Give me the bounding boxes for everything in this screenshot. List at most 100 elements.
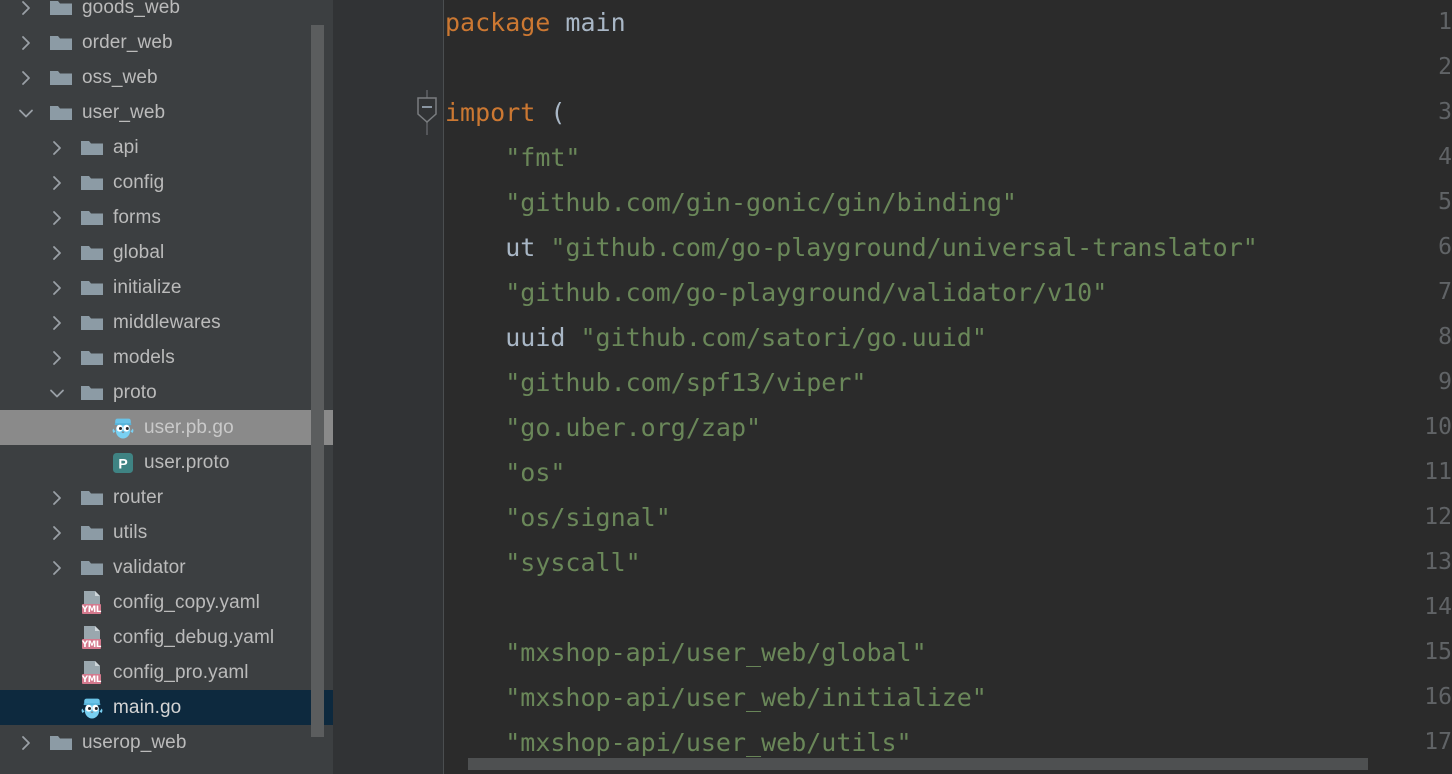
tree-item-global[interactable]: global [0,235,333,270]
tree-item-config[interactable]: config [0,165,333,200]
code-token: "mxshop-api/user_web/utils" [505,728,912,757]
line-number-gutter [333,0,410,774]
code-line[interactable]: ut "github.com/go-playground/universal-t… [445,225,1452,270]
chevron-right-icon[interactable] [16,733,36,753]
code-line[interactable] [445,585,1452,630]
folder-icon [79,310,105,336]
code-token: ( [550,98,566,127]
chevron-right-icon[interactable] [47,278,67,298]
code-line[interactable]: "os/signal" [445,495,1452,540]
tree-item-proto[interactable]: proto [0,375,333,410]
chevron-right-icon[interactable] [16,0,36,18]
project-file-tree[interactable]: goods_web order_web oss_web user_web api conf… [0,0,333,760]
tree-item-order-web[interactable]: order_web [0,25,333,60]
tree-item-goods-web[interactable]: goods_web [0,0,333,25]
tree-item-config-debug-yaml[interactable]: YML config_debug.yaml [0,620,333,655]
code-line[interactable]: "github.com/gin-gonic/gin/binding" [445,180,1452,225]
chevron-right-icon[interactable] [16,68,36,88]
tree-gap [67,532,79,533]
tree-item-middlewares[interactable]: middlewares [0,305,333,340]
tree-item-label: user.pb.go [144,417,234,438]
code-token: ut [505,233,536,262]
tree-gap [67,357,79,358]
chevron-right-icon[interactable] [47,348,67,368]
svg-text:YML: YML [81,640,102,650]
tree-item-utils[interactable]: utils [0,515,333,550]
tree-item-label: proto [113,382,157,403]
code-line[interactable]: "go.uber.org/zap" [445,405,1452,450]
tree-item-config-pro-yaml[interactable]: YML config_pro.yaml [0,655,333,690]
code-editor[interactable]: 1 2 3 4 5 6 7 8 9 10 11 12 13 14 15 16 17 package main im… [333,0,1452,774]
editor-horizontal-scrollbar[interactable] [468,758,1368,770]
tree-gap [67,287,79,288]
tree-item-initialize[interactable]: initialize [0,270,333,305]
chevron-right-icon[interactable] [16,33,36,53]
code-line[interactable]: "github.com/go-playground/validator/v10" [445,270,1452,315]
svg-text:YML: YML [81,675,102,685]
code-line[interactable]: package main [445,0,1452,45]
tree-item-user-pb-go[interactable]: user.pb.go [0,410,333,445]
code-line[interactable]: "github.com/spf13/viper" [445,360,1452,405]
tree-item-router[interactable]: router [0,480,333,515]
code-line[interactable]: uuid "github.com/satori/go.uuid" [445,315,1452,360]
code-token: package [445,8,551,37]
code-line[interactable]: "mxshop-api/user_web/global" [445,630,1452,675]
folder-icon [48,0,74,21]
chevron-right-icon[interactable] [47,523,67,543]
tree-item-label: oss_web [82,67,158,88]
chevron-right-icon[interactable] [47,488,67,508]
go-file-icon [110,415,136,441]
chevron-right-icon[interactable] [47,313,67,333]
code-token: main [565,8,626,37]
fold-collapse-icon[interactable] [415,90,439,140]
chevron-down-icon[interactable] [16,103,36,123]
code-line[interactable]: import ( [445,90,1452,135]
tree-item-models[interactable]: models [0,340,333,375]
tree-item-user-proto[interactable]: Puser.proto [0,445,333,480]
folder-icon [48,65,74,91]
tree-gap [67,567,79,568]
tree-item-api[interactable]: api [0,130,333,165]
code-line[interactable]: "syscall" [445,540,1452,585]
tree-item-user-web[interactable]: user_web [0,95,333,130]
tree-gap [67,147,79,148]
tree-item-config-copy-yaml[interactable]: YML config_copy.yaml [0,585,333,620]
tree-item-label: validator [113,557,186,578]
tree-item-oss-web[interactable]: oss_web [0,60,333,95]
code-line[interactable] [445,45,1452,90]
tree-gap [98,427,110,428]
tree-gap [67,497,79,498]
code-line[interactable]: "fmt" [445,135,1452,180]
chevron-right-icon[interactable] [47,243,67,263]
tree-gap [67,602,79,603]
chevron-right-icon[interactable] [47,208,67,228]
folder-icon [48,30,74,56]
code-line[interactable]: "os" [445,450,1452,495]
project-tree-panel[interactable]: goods_web order_web oss_web user_web api conf… [0,0,333,774]
tree-item-userop-web[interactable]: userop_web [0,725,333,760]
code-line[interactable]: "mxshop-api/user_web/initialize" [445,675,1452,720]
chevron-right-icon[interactable] [47,138,67,158]
tree-item-main-go[interactable]: main.go [0,690,333,725]
chevron-right-icon[interactable] [47,173,67,193]
code-content[interactable]: package main import ( "fmt" "github.com/g… [445,0,1452,774]
project-tree-scrollbar[interactable] [311,25,324,737]
tree-item-forms[interactable]: forms [0,200,333,235]
chevron-right-icon[interactable] [47,558,67,578]
code-token: import [445,98,536,127]
svg-text:YML: YML [81,605,102,615]
tree-item-label: order_web [82,32,173,53]
tree-item-validator[interactable]: validator [0,550,333,585]
code-token: "fmt" [505,143,581,172]
chevron-down-icon[interactable] [47,383,67,403]
